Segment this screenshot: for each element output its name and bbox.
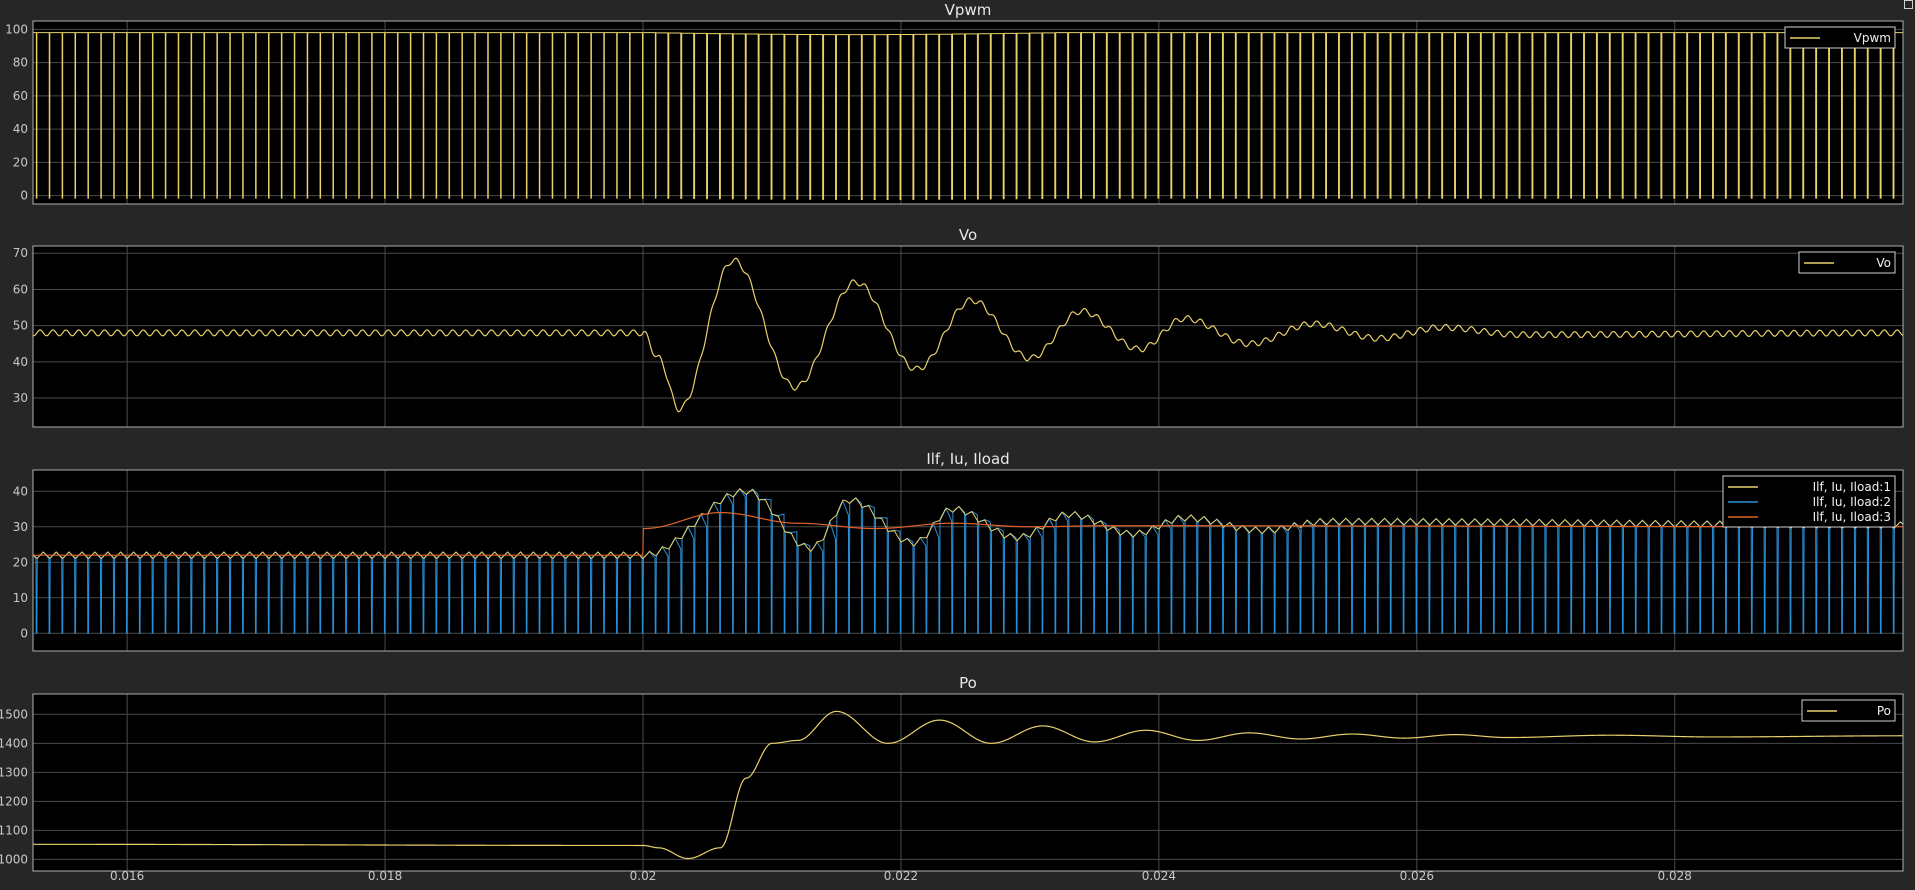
y-tick-label: 1000 bbox=[0, 852, 28, 866]
legend[interactable]: Ilf, Iu, Iload:1Ilf, Iu, Iload:2Ilf, Iu,… bbox=[1722, 475, 1896, 528]
legend[interactable]: Vpwm bbox=[1784, 26, 1896, 49]
subplot-title: Vo bbox=[959, 226, 977, 244]
y-tick-label: 40 bbox=[13, 122, 28, 136]
y-tick-label: 70 bbox=[13, 246, 28, 260]
y-tick-label: 60 bbox=[13, 282, 28, 296]
y-tick-label: 1300 bbox=[0, 765, 28, 779]
y-tick-label: 10 bbox=[13, 591, 28, 605]
y-tick-label: 80 bbox=[13, 56, 28, 70]
y-tick-label: 1100 bbox=[0, 823, 28, 837]
y-tick-label: 0 bbox=[20, 626, 28, 640]
y-tick-label: 100 bbox=[5, 22, 28, 36]
subplot-3[interactable]: 010203040Ilf, Iu, IloadIlf, Iu, Iload:1I… bbox=[13, 450, 1907, 652]
legend-label: Vpwm bbox=[1854, 31, 1891, 45]
subplot-title: Ilf, Iu, Iload bbox=[926, 450, 1009, 468]
x-tick-label: 0.02 bbox=[630, 869, 657, 883]
x-tick-label: 0.018 bbox=[368, 869, 402, 883]
legend-label: Po bbox=[1877, 704, 1891, 718]
y-tick-label: 1200 bbox=[0, 794, 28, 808]
x-tick-label: 0.024 bbox=[1142, 869, 1176, 883]
y-tick-label: 20 bbox=[13, 555, 28, 569]
subplot-title: Po bbox=[959, 674, 977, 692]
y-tick-label: 0 bbox=[20, 189, 28, 203]
y-tick-label: 50 bbox=[13, 319, 28, 333]
y-tick-label: 40 bbox=[13, 355, 28, 369]
y-tick-label: 60 bbox=[13, 89, 28, 103]
legend-label: Vo bbox=[1876, 256, 1891, 270]
y-tick-label: 20 bbox=[13, 155, 28, 169]
x-tick-label: 0.022 bbox=[884, 869, 918, 883]
scope-svg: 0 20 40 60 80 100 Vpwm Vpwm 30 40 50 60 70 Vo Vo 0 10 20 3… bbox=[0, 1, 1907, 883]
x-tick-label: 0.016 bbox=[110, 869, 144, 883]
y-tick-label: 1500 bbox=[0, 707, 28, 721]
subplot-title: Vpwm bbox=[945, 1, 992, 19]
x-tick-label: 0.028 bbox=[1658, 869, 1692, 883]
scope-figure: 0 20 40 60 80 100 Vpwm Vpwm 30 40 50 60 70 Vo Vo 0 10 20 3… bbox=[0, 0, 1915, 890]
legend-label: Ilf, Iu, Iload:2 bbox=[1813, 495, 1891, 509]
subplot-1[interactable]: 0 20 40 60 80 100 Vpwm Vpwm bbox=[5, 1, 1907, 205]
legend-label: Ilf, Iu, Iload:3 bbox=[1813, 510, 1891, 524]
y-tick-label: 30 bbox=[13, 391, 28, 405]
y-tick-label: 40 bbox=[13, 484, 28, 498]
legend[interactable]: Po bbox=[1801, 699, 1896, 722]
plot-area bbox=[33, 246, 1903, 427]
undock-icon[interactable] bbox=[1904, 0, 1913, 9]
y-tick-label: 1400 bbox=[0, 736, 28, 750]
x-tick-label: 0.026 bbox=[1400, 869, 1434, 883]
y-tick-label: 30 bbox=[13, 520, 28, 534]
legend[interactable]: Vo bbox=[1798, 251, 1896, 274]
legend-label: Ilf, Iu, Iload:1 bbox=[1813, 480, 1891, 494]
subplot-4[interactable]: 1000 1100 1200 1300 1400 1500 Po Po bbox=[0, 674, 1904, 872]
subplot-2[interactable]: 30 40 50 60 70 Vo Vo bbox=[13, 226, 1904, 428]
